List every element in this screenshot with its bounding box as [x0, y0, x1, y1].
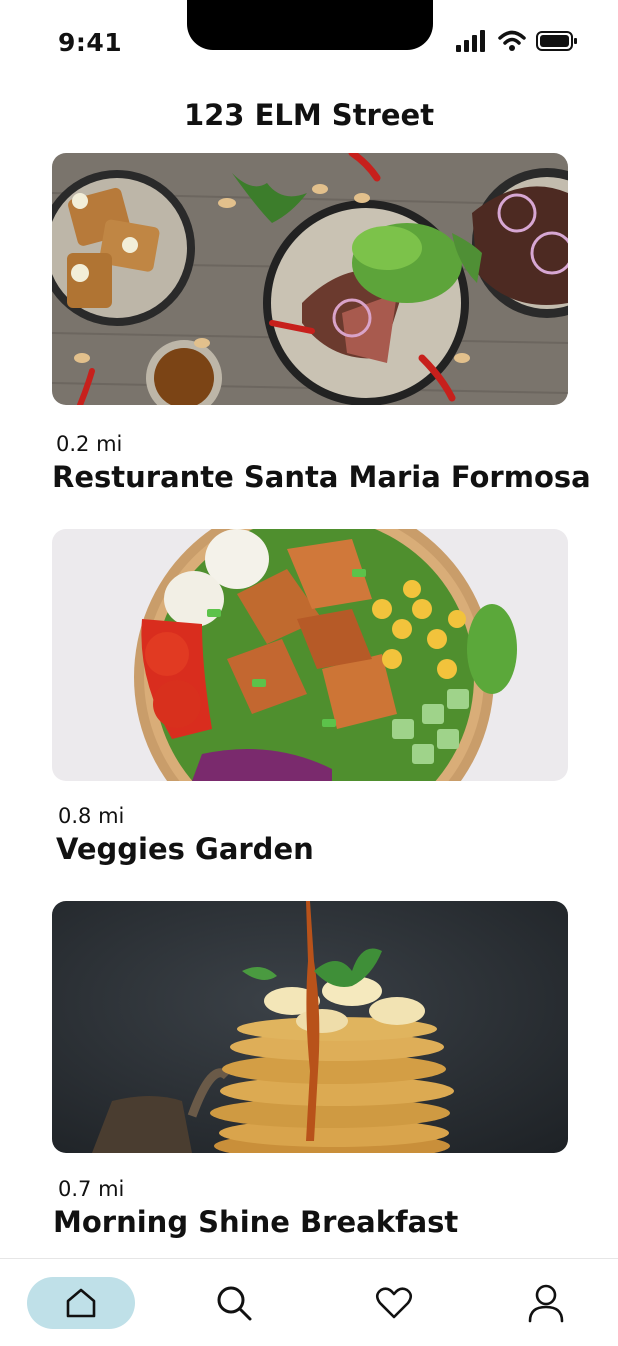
- battery-icon: [536, 31, 577, 51]
- tab-search[interactable]: [204, 1277, 264, 1329]
- tab-home[interactable]: [27, 1277, 135, 1329]
- restaurant-name-2[interactable]: Veggies Garden: [56, 832, 314, 866]
- restaurant-card-image-2[interactable]: [52, 529, 568, 781]
- home-icon: [66, 1288, 96, 1318]
- restaurant-distance-2: 0.8 mi: [58, 804, 125, 828]
- tab-favorites[interactable]: [364, 1277, 424, 1329]
- user-icon: [528, 1284, 564, 1323]
- wifi-icon: [498, 30, 526, 51]
- status-icons: [456, 30, 578, 52]
- tab-profile[interactable]: [516, 1277, 576, 1329]
- page-title: 123 ELM Street: [183, 98, 435, 132]
- search-icon: [217, 1286, 252, 1321]
- restaurant-distance-1: 0.2 mi: [56, 432, 123, 456]
- restaurant-card-image-1[interactable]: [52, 153, 568, 405]
- restaurant-name-3[interactable]: Morning Shine Breakfast: [53, 1205, 458, 1239]
- device-notch: [187, 0, 433, 50]
- restaurant-card-image-3[interactable]: [52, 901, 568, 1153]
- restaurant-name-1[interactable]: Resturante Santa Maria Formosa: [52, 460, 591, 494]
- app-screen: 9:41 123 ELM Street 0.2 mi Resturante Sa…: [0, 0, 618, 1346]
- cellular-signal-icon: [456, 30, 485, 52]
- heart-icon: [375, 1287, 413, 1319]
- bottom-tab-bar: [0, 1258, 618, 1346]
- status-time: 9:41: [58, 28, 123, 57]
- restaurant-distance-3: 0.7 mi: [58, 1177, 125, 1201]
